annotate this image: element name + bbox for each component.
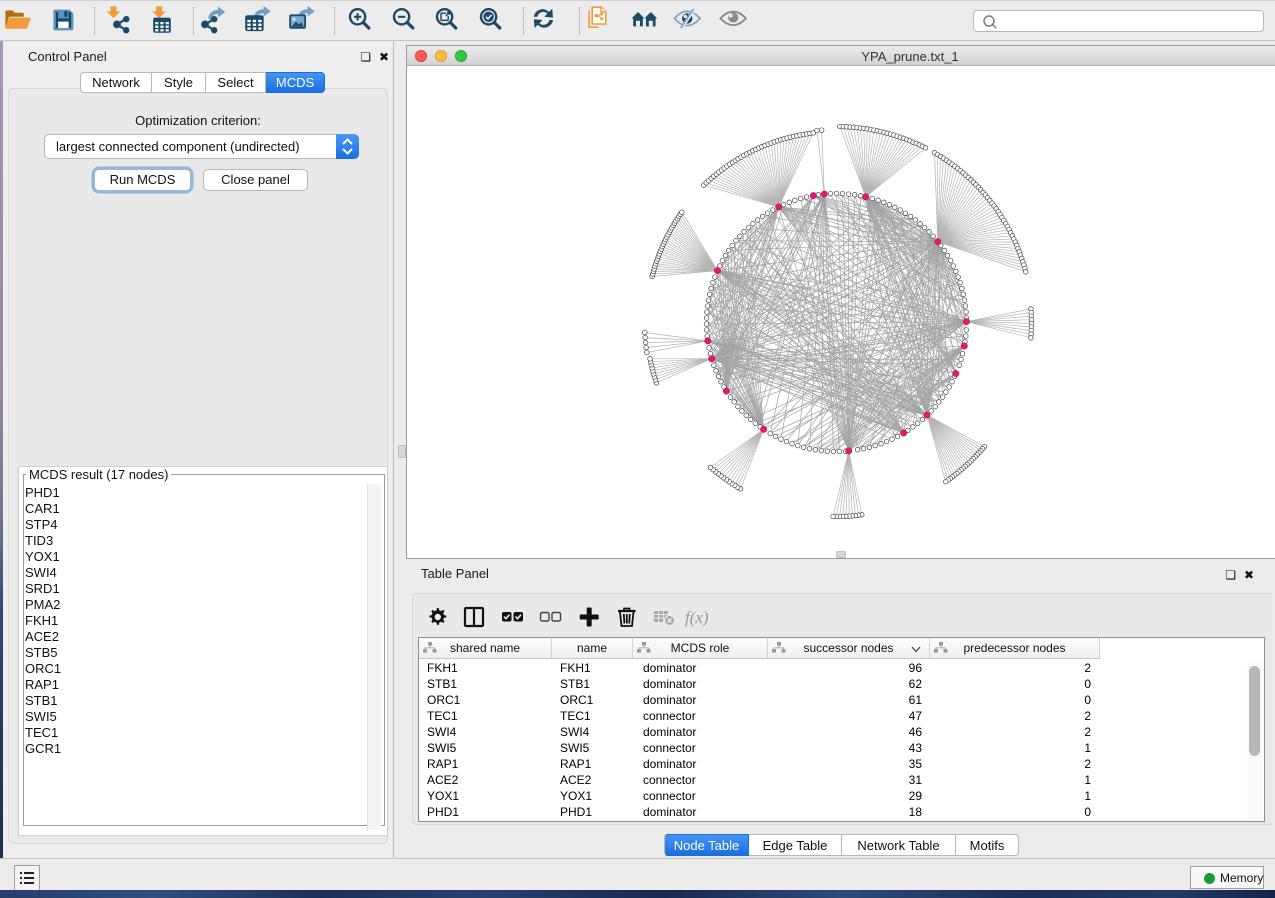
svg-text:f(x): f(x) (685, 608, 709, 627)
